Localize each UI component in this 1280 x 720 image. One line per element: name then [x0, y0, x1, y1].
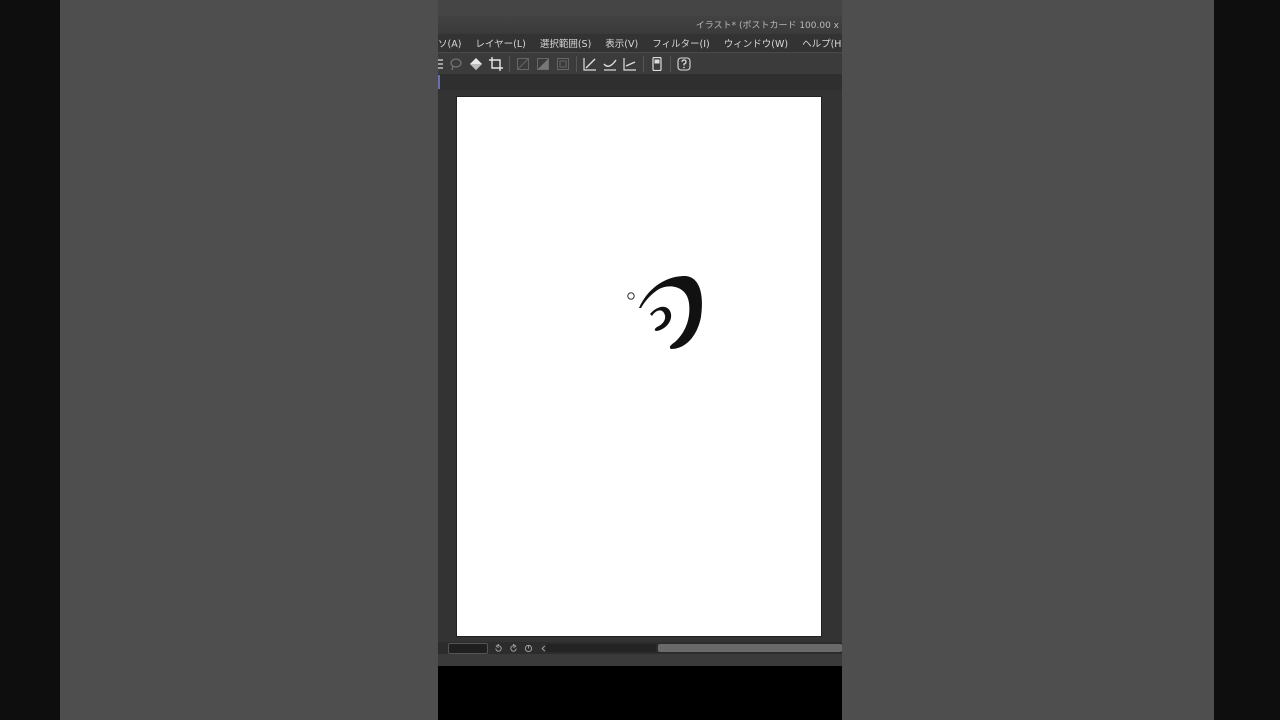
- reset-rotation-icon[interactable]: [523, 643, 533, 653]
- drawing-layer: [627, 275, 703, 349]
- black-area: [438, 666, 842, 720]
- toolbar-separator: [670, 56, 671, 72]
- lasso-icon[interactable]: [448, 56, 464, 72]
- horizontal-scroll-track[interactable]: [546, 644, 656, 652]
- toolbar-separator: [643, 56, 644, 72]
- toolbar-separator: [509, 56, 510, 72]
- gradient-mask-icon[interactable]: [535, 56, 551, 72]
- ruler-line-icon[interactable]: [582, 56, 598, 72]
- rotate-right-icon[interactable]: [508, 643, 518, 653]
- menu-bar: ソ(A) レイヤー(L) 選択範囲(S) 表示(V) フィルター(I) ウィンド…: [438, 34, 842, 52]
- canvas-paper[interactable]: [457, 97, 821, 636]
- menu-help[interactable]: ヘルプ(H): [795, 36, 842, 50]
- crop-icon[interactable]: [488, 56, 504, 72]
- letterbox-right: [1214, 0, 1280, 720]
- tool-property-bar: [438, 74, 842, 90]
- frame-icon[interactable]: [555, 56, 571, 72]
- letterbox-left: [0, 0, 60, 720]
- rotate-left-icon[interactable]: [493, 643, 503, 653]
- screen: イラスト* (ポストカード 100.00 x ソ(A) レイヤー(L) 選択範囲…: [0, 0, 1280, 720]
- mask-off-icon[interactable]: [515, 56, 531, 72]
- title-bar-top: [438, 0, 842, 16]
- command-bar: [438, 52, 842, 75]
- brush-stroke-inner: [650, 306, 672, 331]
- clip-studio-window: イラスト* (ポストカード 100.00 x ソ(A) レイヤー(L) 選択範囲…: [438, 0, 842, 720]
- menu-window[interactable]: ウィンドウ(W): [717, 36, 795, 50]
- ruler-perspective-icon[interactable]: [622, 56, 638, 72]
- toolbar-separator: [576, 56, 577, 72]
- ruler-curve-icon[interactable]: [602, 56, 618, 72]
- menu-filter[interactable]: フィルター(I): [645, 36, 717, 50]
- zoom-field[interactable]: [448, 642, 488, 654]
- menu-view[interactable]: 表示(V): [598, 36, 645, 50]
- help-icon[interactable]: [676, 56, 692, 72]
- status-bar: [438, 642, 842, 654]
- document-title: イラスト* (ポストカード 100.00 x: [695, 21, 839, 31]
- canvas-area[interactable]: [438, 90, 842, 642]
- horizontal-scrollbar[interactable]: [658, 644, 842, 652]
- active-marker: [438, 75, 440, 89]
- device-icon[interactable]: [649, 56, 665, 72]
- title-bar: イラスト* (ポストカード 100.00 x: [438, 0, 842, 34]
- menu-animation[interactable]: ソ(A): [438, 36, 468, 50]
- bottom-panel: [438, 654, 842, 666]
- menu-layer[interactable]: レイヤー(L): [468, 36, 532, 50]
- fill-bucket-icon[interactable]: [468, 56, 484, 72]
- menu-selection[interactable]: 選択範囲(S): [533, 36, 598, 50]
- circle-cursor: [627, 292, 635, 300]
- transform-icon[interactable]: [438, 56, 444, 72]
